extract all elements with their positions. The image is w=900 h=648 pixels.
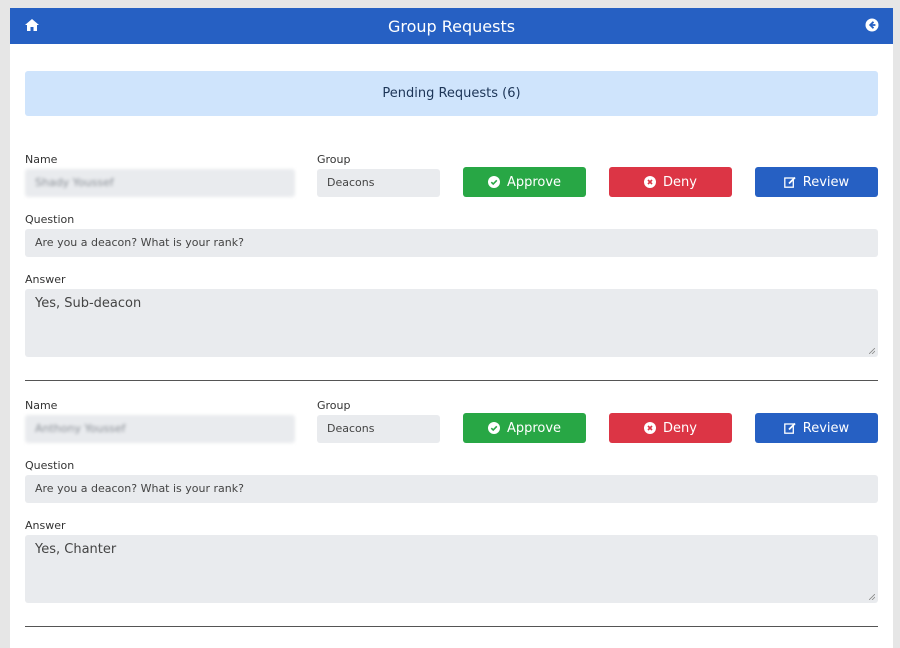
review-button[interactable]: Review <box>755 167 878 197</box>
answer-textarea[interactable]: Yes, Chanter <box>25 535 878 603</box>
group-field: Deacons <box>317 169 440 197</box>
group-field: Deacons <box>317 415 440 443</box>
question-field: Are you a deacon? What is your rank? <box>25 475 878 503</box>
deny-button[interactable]: Deny <box>609 167 732 197</box>
divider <box>25 380 878 381</box>
question-field: Are you a deacon? What is your rank? <box>25 229 878 257</box>
edit-icon <box>783 422 796 434</box>
review-button[interactable]: Review <box>755 413 878 443</box>
page-title: Group Requests <box>387 17 516 36</box>
check-circle-icon <box>487 422 500 434</box>
answer-label: Answer <box>25 273 66 286</box>
pending-requests-banner: Pending Requests (6) <box>25 71 878 116</box>
resize-grip-icon[interactable] <box>869 348 875 354</box>
name-field: Shady Youssef <box>25 169 295 197</box>
group-label: Group <box>317 153 351 166</box>
answer-textarea[interactable]: Yes, Sub-deacon <box>25 289 878 357</box>
name-field: Anthony Youssef <box>25 415 295 443</box>
times-circle-icon <box>644 176 657 188</box>
deny-label: Deny <box>663 174 697 190</box>
approve-label: Approve <box>506 174 562 190</box>
answer-text: Yes, Sub-deacon <box>35 296 142 311</box>
review-label: Review <box>802 420 850 436</box>
app-window: Group Requests Pending Requests (6) Name… <box>10 8 893 648</box>
question-label: Question <box>25 459 75 472</box>
deny-button[interactable]: Deny <box>609 413 732 443</box>
divider <box>25 626 878 627</box>
approve-label: Approve <box>506 420 562 436</box>
check-circle-icon <box>487 176 500 188</box>
question-label: Question <box>25 213 75 226</box>
times-circle-icon <box>644 422 657 434</box>
answer-label: Answer <box>25 519 66 532</box>
review-label: Review <box>802 174 850 190</box>
approve-button[interactable]: Approve <box>463 413 586 443</box>
arrow-circle-left-icon[interactable] <box>865 18 879 32</box>
deny-label: Deny <box>663 420 697 436</box>
name-label: Name <box>25 153 58 166</box>
header-bar: Group Requests <box>10 8 893 44</box>
resize-grip-icon[interactable] <box>869 594 875 600</box>
group-label: Group <box>317 399 351 412</box>
approve-button[interactable]: Approve <box>463 167 586 197</box>
answer-text: Yes, Chanter <box>35 542 117 557</box>
edit-icon <box>783 176 796 188</box>
name-label: Name <box>25 399 58 412</box>
